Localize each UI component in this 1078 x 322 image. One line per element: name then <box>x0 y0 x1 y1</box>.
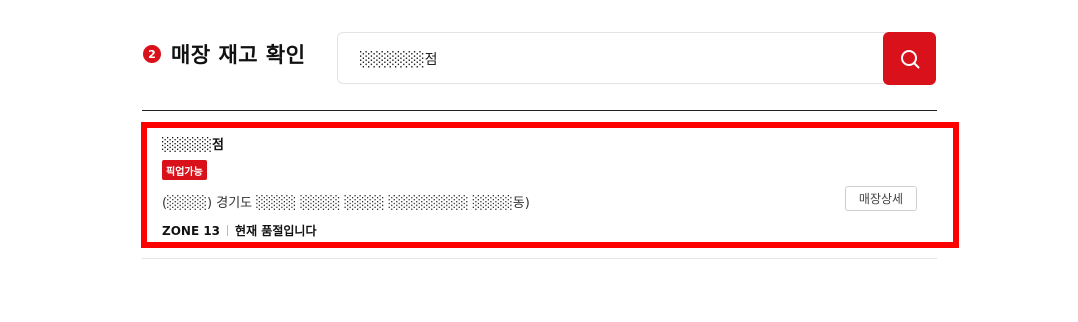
stock-status: 현재 품절입니다 <box>235 224 317 238</box>
store-address: (░░░░) 경기도 ░░░░ ░░░░ ░░░░ ░░░░░░░░ ░░░░동… <box>162 196 530 211</box>
section-title: 매장 재고 확인 <box>171 43 306 67</box>
store-detail-button[interactable]: 매장상세 <box>845 186 917 211</box>
search-button[interactable] <box>883 32 936 85</box>
stock-separator <box>227 225 229 236</box>
store-search-input[interactable] <box>360 48 880 70</box>
step-number-badge: 2 <box>143 45 161 63</box>
results-top-divider <box>142 110 937 111</box>
store-search-box <box>337 32 936 85</box>
pickup-available-badge: 픽업가능 <box>162 160 207 180</box>
stock-info: ZONE 13 현재 품절입니다 <box>162 222 317 239</box>
zone-label: ZONE 13 <box>162 223 221 238</box>
results-bottom-divider <box>142 258 937 259</box>
store-name: ░░░░░점 <box>162 138 224 153</box>
search-icon <box>900 49 919 68</box>
